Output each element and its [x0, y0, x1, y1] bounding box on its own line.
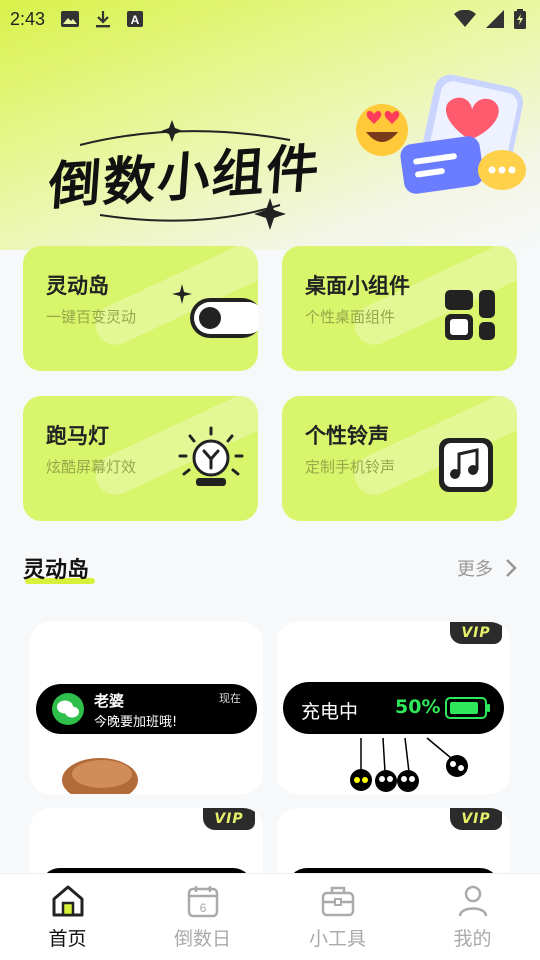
tab-label: 首页 [48, 928, 87, 950]
home-icon [52, 885, 83, 917]
bottom-tab-bar: 首页 6 倒数日 小工具 我的 [0, 873, 540, 960]
more-label: 更多 [457, 559, 493, 580]
message-time: 现在 [219, 692, 241, 705]
emoji-heart-card-illustration [356, 74, 526, 194]
more-link[interactable]: 更多 [457, 555, 517, 581]
image-icon [61, 11, 80, 27]
card-subtitle: 个性桌面组件 [305, 308, 396, 326]
tab-countdown[interactable]: 6 倒数日 [135, 874, 270, 960]
tab-label: 我的 [453, 928, 492, 950]
card-subtitle: 一键百变灵动 [46, 308, 137, 326]
preview-card-charging[interactable]: VIP 充电中 50% [277, 622, 510, 794]
tab-label: 小工具 [308, 928, 366, 950]
island-pill: 老婆 今晚要加班哦! 现在 [36, 684, 257, 734]
svg-text:6: 6 [199, 901, 206, 915]
card-title: 个性铃声 [305, 424, 389, 448]
card-title: 灵动岛 [46, 274, 109, 298]
card-dynamic-island[interactable]: 灵动岛 一键百变灵动 [23, 246, 258, 371]
vip-badge: VIP [450, 622, 502, 644]
card-desktop-widget[interactable]: 桌面小组件 个性桌面组件 [282, 246, 517, 371]
text-a-icon: A [127, 11, 144, 27]
status-time: 2:43 [10, 8, 46, 29]
vip-badge: VIP [203, 808, 255, 830]
tab-label: 倒数日 [173, 928, 231, 950]
toolbox-icon [321, 886, 354, 917]
battery-percent: 50% [395, 696, 441, 718]
battery-charging-icon [514, 9, 526, 29]
contact-name: 老婆 [94, 692, 125, 710]
toggle-switch-icon [172, 284, 258, 338]
hanging-characters-illustration [350, 737, 468, 792]
section-title: 灵动岛 [23, 552, 96, 584]
card-title: 跑马灯 [46, 424, 109, 448]
card-subtitle: 炫酷屏幕灯效 [46, 458, 137, 476]
preview-card-message[interactable]: 老婆 今晚要加班哦! 现在 [30, 622, 263, 794]
wifi-icon [454, 10, 476, 27]
card-title: 桌面小组件 [305, 274, 410, 298]
bread-illustration [62, 758, 138, 794]
vip-badge: VIP [450, 808, 502, 830]
card-ringtone[interactable]: 个性铃声 定制手机铃声 [282, 396, 517, 521]
signal-icon [486, 10, 504, 28]
download-icon [96, 11, 111, 28]
charging-label: 充电中 [301, 701, 359, 723]
widget-grid-icon [445, 290, 495, 340]
card-marquee[interactable]: 跑马灯 炫酷屏幕灯效 [23, 396, 258, 521]
island-pill: 充电中 50% [283, 682, 504, 734]
person-icon [458, 885, 487, 917]
svg-text:A: A [131, 13, 140, 27]
calendar-icon: 6 [187, 886, 218, 918]
status-bar: 2:43 A [0, 0, 540, 38]
wechat-icon [52, 693, 84, 725]
card-subtitle: 定制手机铃声 [305, 458, 396, 476]
music-note-icon [439, 438, 493, 492]
section-header: 灵动岛 更多 [23, 548, 517, 588]
chevron-right-icon [506, 559, 517, 577]
lamp-icon [178, 426, 244, 486]
tab-home[interactable]: 首页 [0, 874, 135, 960]
message-text: 今晚要加班哦! [94, 715, 178, 730]
tab-mine[interactable]: 我的 [405, 874, 540, 960]
battery-icon [445, 697, 490, 719]
tab-tools[interactable]: 小工具 [270, 874, 405, 960]
